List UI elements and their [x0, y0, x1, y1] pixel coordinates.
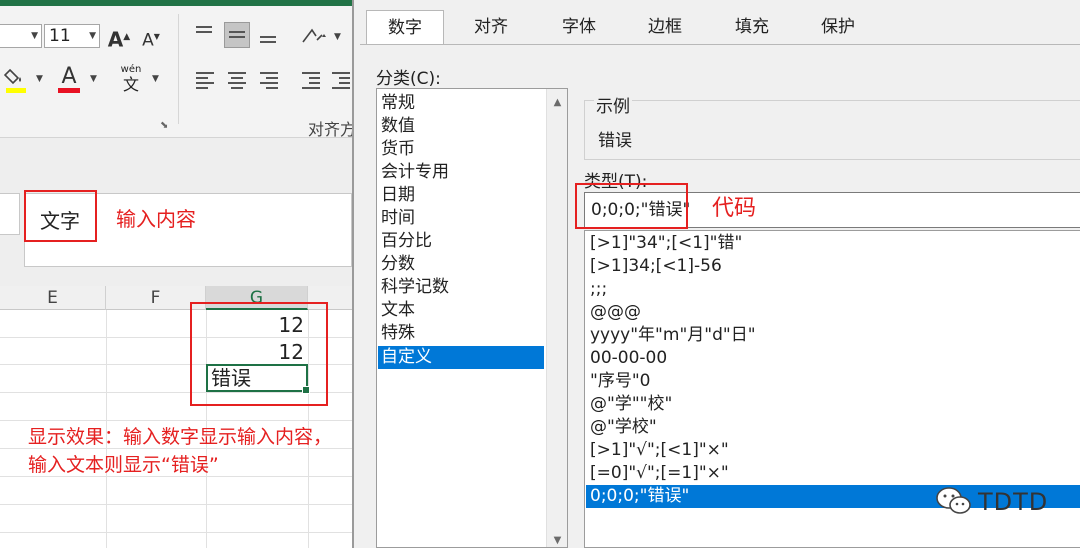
- ribbon-accent-bar: [0, 0, 352, 6]
- format-item[interactable]: @@@: [586, 301, 1080, 324]
- phonetic-guide-button[interactable]: wén 文: [118, 64, 144, 94]
- font-name-combo[interactable]: ▼: [0, 24, 42, 48]
- text-orientation-icon: [302, 28, 326, 43]
- sample-value: 错误: [598, 131, 632, 151]
- alignment-group-label: 对齐方: [308, 120, 357, 139]
- category-item-scientific[interactable]: 科学记数: [378, 276, 544, 299]
- top-align-button[interactable]: [192, 22, 218, 48]
- format-item[interactable]: 00-00-00: [586, 347, 1080, 370]
- bottom-align-button[interactable]: [256, 22, 282, 48]
- chevron-down-icon[interactable]: ▼: [152, 74, 159, 84]
- decrease-indent-button[interactable]: [298, 68, 324, 94]
- grid-line: [0, 504, 352, 505]
- align-center-button[interactable]: [224, 68, 250, 94]
- tab-border[interactable]: 边框: [624, 10, 706, 44]
- format-item[interactable]: "序号"0: [586, 370, 1080, 393]
- column-header-e[interactable]: E: [0, 286, 106, 310]
- format-item[interactable]: @"学""校": [586, 393, 1080, 416]
- category-item-currency[interactable]: 货币: [378, 138, 544, 161]
- name-box[interactable]: [0, 193, 20, 235]
- format-item[interactable]: [>1]34;[<1]-56: [586, 255, 1080, 278]
- font-size-value: 11: [49, 26, 71, 46]
- paint-bucket-icon: [3, 68, 21, 85]
- orientation-button[interactable]: [300, 24, 330, 50]
- sample-label: 示例: [594, 92, 632, 117]
- font-color-button[interactable]: A: [56, 64, 82, 94]
- format-item[interactable]: [=0]"√";[=1]"×": [586, 462, 1080, 485]
- format-item[interactable]: ;;;: [586, 278, 1080, 301]
- tab-font[interactable]: 字体: [538, 10, 620, 44]
- category-item-text[interactable]: 文本: [378, 299, 544, 322]
- scroll-down-icon[interactable]: ▼: [547, 535, 568, 546]
- decrease-font-size-button[interactable]: A▼: [138, 24, 164, 54]
- format-item[interactable]: [>1]"34";[<1]"错": [586, 232, 1080, 255]
- sample-group: [584, 100, 1080, 160]
- chevron-down-icon[interactable]: ▼: [90, 74, 97, 84]
- watermark-text: TDTD: [978, 488, 1049, 516]
- category-item-accounting[interactable]: 会计专用: [378, 161, 544, 184]
- annotation-box-type: [575, 183, 688, 229]
- annotation-input-content: 输入内容: [116, 207, 196, 231]
- category-item-time[interactable]: 时间: [378, 207, 544, 230]
- font-size-combo[interactable]: 11 ▼: [44, 24, 100, 48]
- font-dialog-launcher-icon[interactable]: ⬊: [160, 120, 168, 131]
- annotation-code: 代码: [712, 196, 757, 221]
- category-item-special[interactable]: 特殊: [378, 322, 544, 345]
- category-item-fraction[interactable]: 分数: [378, 253, 544, 276]
- align-right-button[interactable]: [256, 68, 282, 94]
- category-scrollbar[interactable]: ▲ ▼: [546, 89, 567, 547]
- tab-number[interactable]: 数字: [366, 10, 444, 45]
- increase-font-size-button[interactable]: A▲: [106, 24, 132, 53]
- category-item-number[interactable]: 数值: [378, 115, 544, 138]
- chevron-down-icon: ▼: [31, 31, 38, 41]
- tab-protection[interactable]: 保护: [796, 10, 880, 44]
- category-item-date[interactable]: 日期: [378, 184, 544, 207]
- category-item-general[interactable]: 常规: [378, 92, 544, 115]
- font-color-swatch: [58, 88, 80, 93]
- font-color-icon: A: [61, 64, 77, 89]
- ribbon-separator: [178, 14, 179, 124]
- scroll-up-icon[interactable]: ▲: [547, 97, 568, 108]
- annotation-box-formula: [24, 190, 97, 242]
- wechat-icon: [936, 487, 971, 514]
- grid-line: [0, 420, 352, 421]
- middle-align-button[interactable]: [224, 22, 250, 48]
- tab-strip-line: [360, 44, 1080, 45]
- increase-indent-button[interactable]: [328, 68, 354, 94]
- format-item[interactable]: yyyy"年"m"月"d"日": [586, 324, 1080, 347]
- annotation-effect-line1: 显示效果：输入数字显示输入内容，: [28, 426, 333, 448]
- format-item[interactable]: @"学校": [586, 416, 1080, 439]
- fill-color-swatch: [6, 88, 26, 93]
- decrease-font-icon: A: [142, 30, 154, 51]
- increase-font-icon: A: [107, 27, 124, 52]
- fill-color-button[interactable]: [3, 66, 28, 94]
- grid-line: [0, 532, 352, 533]
- align-left-button[interactable]: [192, 68, 218, 94]
- annotation-box-cells: [190, 302, 328, 406]
- annotation-effect-line2: 输入文本则显示“错误”: [28, 454, 219, 476]
- tab-alignment[interactable]: 对齐: [450, 10, 532, 44]
- chevron-down-icon[interactable]: ▼: [36, 74, 43, 84]
- phonetic-char: 文: [122, 75, 139, 94]
- category-label: 分类(C):: [376, 69, 441, 89]
- chevron-down-icon: ▼: [89, 31, 96, 41]
- tab-fill[interactable]: 填充: [710, 10, 794, 44]
- format-item[interactable]: [>1]"√";[<1]"×": [586, 439, 1080, 462]
- category-item-percentage[interactable]: 百分比: [378, 230, 544, 253]
- watermark: TDTD: [932, 484, 1080, 520]
- category-item-custom[interactable]: 自定义: [378, 346, 544, 369]
- chevron-down-icon[interactable]: ▼: [334, 32, 341, 42]
